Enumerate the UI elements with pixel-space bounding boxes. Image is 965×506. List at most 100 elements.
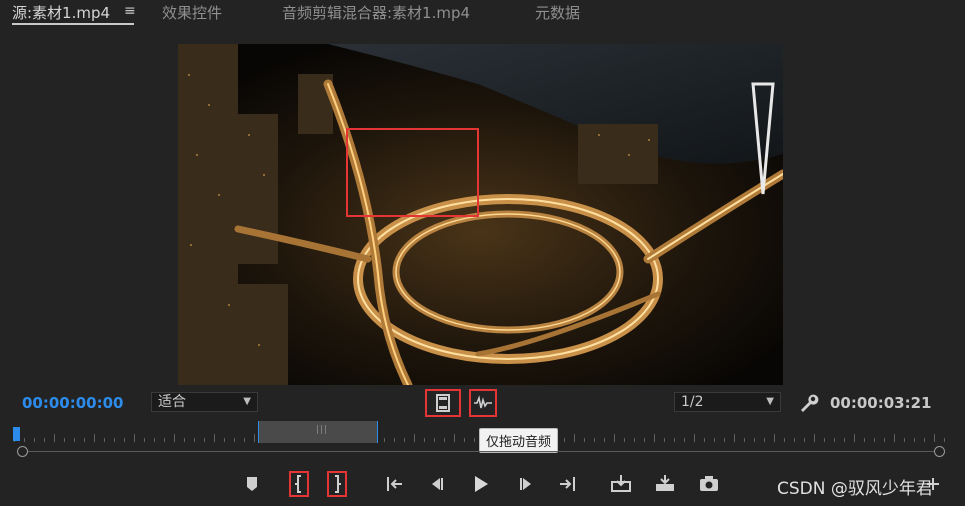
drag-video-only-icon	[436, 394, 450, 412]
ruler-tick	[794, 438, 795, 442]
ruler-tick	[44, 438, 45, 442]
panel-tab-bar: 源:素材1.mp4 ≡ 效果控件 音频剪辑混合器:素材1.mp4 元数据	[0, 0, 965, 30]
ruler-tick	[664, 438, 665, 442]
ruler-tick	[804, 438, 805, 442]
ruler-tick	[394, 438, 395, 442]
ruler-tick	[604, 438, 605, 442]
in-out-grip: |||	[316, 425, 329, 435]
ruler-tick	[224, 438, 225, 442]
watermark-text: CSDN @驭风少年君	[777, 479, 933, 499]
ruler-tick	[234, 438, 235, 442]
ruler-tick	[694, 434, 695, 442]
ruler-tick	[744, 438, 745, 442]
mark-out-button[interactable]	[327, 471, 347, 497]
ruler-tick	[924, 438, 925, 442]
ruler-tick	[684, 438, 685, 442]
ruler-tick	[474, 438, 475, 442]
step-back-button[interactable]	[425, 473, 449, 495]
ruler-tick	[124, 438, 125, 442]
tab-audio-clip-mixer[interactable]: 音频剪辑混合器:素材1.mp4	[282, 2, 470, 23]
mark-in-button[interactable]	[289, 471, 309, 497]
ruler-tick	[94, 434, 95, 442]
drag-audio-only-icon	[474, 395, 492, 409]
zoom-scrollbar-track[interactable]	[22, 451, 939, 452]
panel-menu-icon[interactable]: ≡	[124, 3, 136, 19]
playhead[interactable]	[13, 427, 20, 441]
ruler-tick	[834, 438, 835, 442]
insert-icon	[611, 475, 631, 492]
ruler-tick	[594, 438, 595, 442]
ruler-tick	[24, 438, 25, 442]
ruler-tick	[774, 434, 775, 442]
export-frame-icon	[700, 476, 718, 491]
highlight-box-video	[346, 128, 479, 217]
drag-video-only-button[interactable]	[425, 389, 461, 417]
ruler-tick	[914, 438, 915, 442]
ruler-tick	[614, 434, 615, 442]
ruler-tick	[644, 438, 645, 442]
ruler-tick	[724, 438, 725, 442]
source-video-preview	[178, 44, 783, 385]
ruler-tick	[814, 434, 815, 442]
ruler-tick	[464, 438, 465, 442]
ruler-tick	[764, 438, 765, 442]
ruler-tick	[84, 438, 85, 442]
go-to-out-button[interactable]	[555, 473, 579, 495]
zoom-level-select[interactable]: 适合 ▼	[151, 392, 258, 412]
insert-button[interactable]	[609, 473, 633, 495]
ruler-tick	[844, 438, 845, 442]
overwrite-button[interactable]	[653, 473, 677, 495]
ruler-tick	[114, 438, 115, 442]
ruler-tick	[164, 438, 165, 442]
ruler-tick	[154, 438, 155, 442]
ruler-tick	[624, 438, 625, 442]
tooltip-drag-audio-only: 仅拖动音频	[479, 428, 559, 453]
ruler-tick	[564, 438, 565, 442]
ruler-tick	[734, 434, 735, 442]
ruler-tick	[134, 434, 135, 442]
go-to-in-icon	[387, 477, 402, 491]
ruler-tick	[434, 438, 435, 442]
mark-in-icon	[295, 475, 301, 493]
zoom-scrollbar-right-handle[interactable]	[934, 446, 945, 457]
step-back-icon	[432, 478, 443, 490]
go-to-out-icon	[560, 477, 575, 491]
playback-resolution-select[interactable]: 1/2 ▼	[674, 392, 781, 412]
ruler-tick	[404, 438, 405, 442]
active-tab-underline	[12, 23, 134, 25]
ruler-tick	[584, 438, 585, 442]
play-button[interactable]	[469, 473, 493, 495]
ruler-tick	[704, 438, 705, 442]
mark-out-icon	[335, 475, 341, 493]
export-frame-button[interactable]	[697, 473, 721, 495]
duration-timecode: 00:00:03:21	[830, 394, 932, 412]
tab-source[interactable]: 源:素材1.mp4	[12, 2, 110, 23]
ruler-tick	[244, 438, 245, 442]
ruler-tick	[194, 438, 195, 442]
current-timecode[interactable]: 00:00:00:00	[22, 394, 124, 412]
settings-wrench-icon[interactable]	[797, 392, 819, 414]
ruler-tick	[414, 434, 415, 442]
tab-metadata[interactable]: 元数据	[535, 2, 580, 23]
go-to-in-button[interactable]	[383, 473, 407, 495]
ruler-tick	[654, 434, 655, 442]
chevron-down-icon: ▼	[243, 396, 251, 407]
ruler-tick	[444, 438, 445, 442]
ruler-tick	[904, 438, 905, 442]
ruler-tick	[204, 438, 205, 442]
ruler-tick	[574, 434, 575, 442]
ruler-tick	[184, 438, 185, 442]
ruler-tick	[784, 438, 785, 442]
add-marker-button[interactable]	[240, 473, 264, 495]
drag-audio-only-button[interactable]	[469, 389, 497, 417]
ruler-tick	[384, 438, 385, 442]
ruler-tick	[144, 438, 145, 442]
zoom-scrollbar-left-handle[interactable]	[17, 446, 28, 457]
tab-effect-controls[interactable]: 效果控件	[162, 2, 222, 23]
step-forward-button[interactable]	[514, 473, 538, 495]
ruler-tick	[54, 434, 55, 442]
ruler-tick	[424, 438, 425, 442]
ruler-tick	[64, 438, 65, 442]
in-out-range[interactable]: |||	[258, 421, 378, 443]
ruler-tick	[874, 438, 875, 442]
